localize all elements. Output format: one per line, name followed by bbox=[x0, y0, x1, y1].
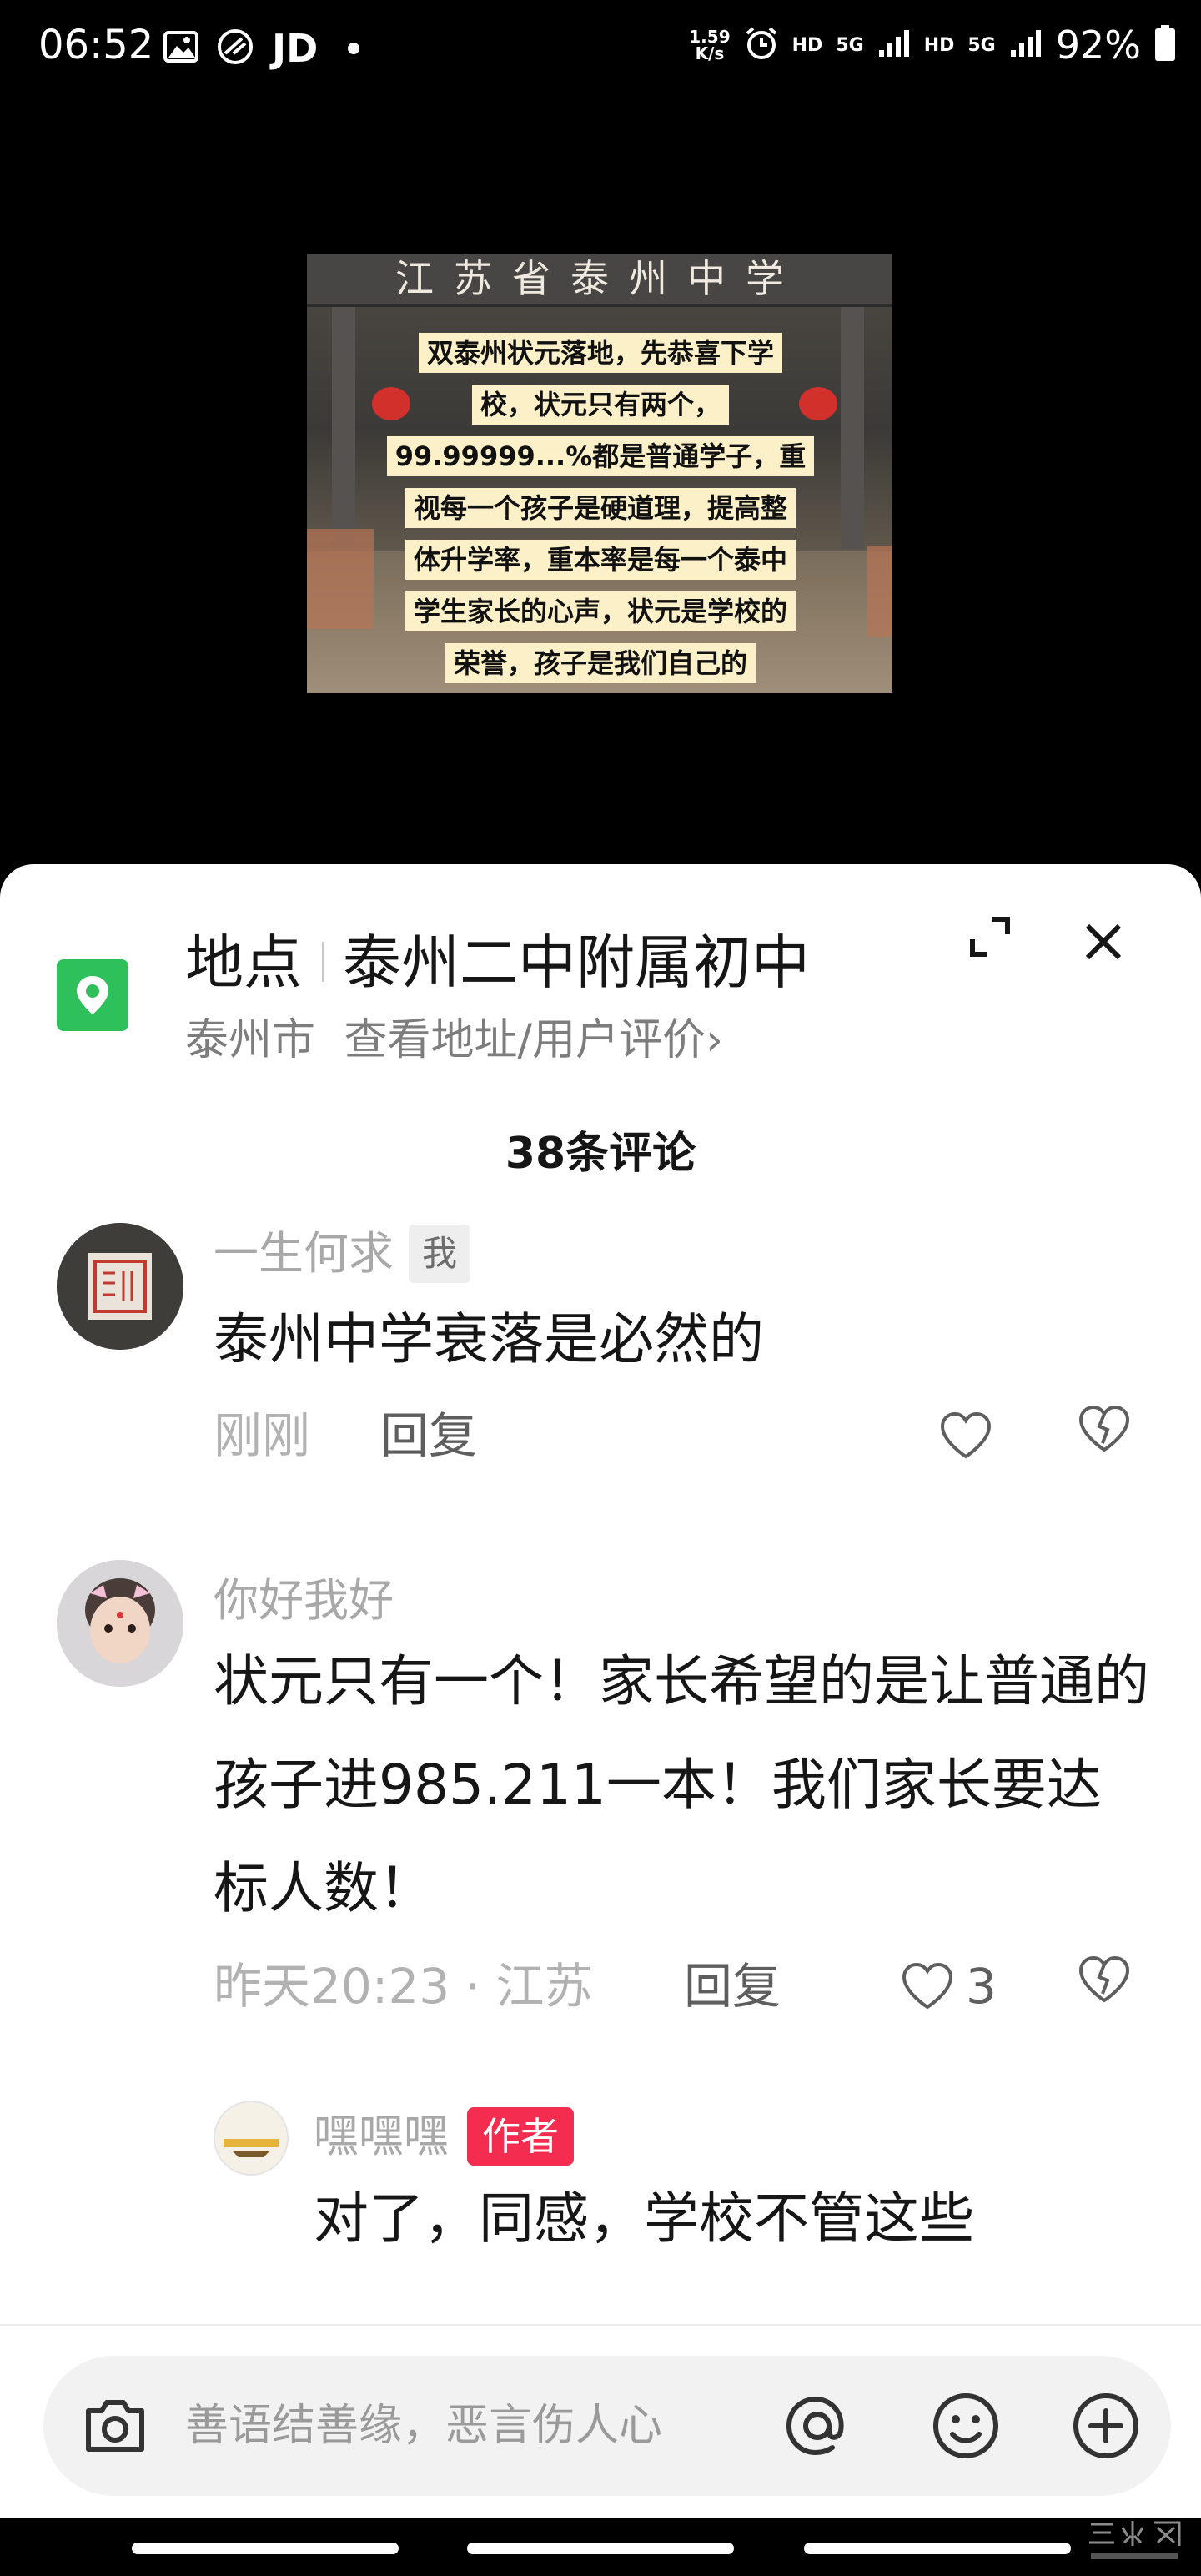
dislike-button[interactable] bbox=[1078, 1955, 1136, 2017]
divider bbox=[322, 941, 324, 982]
video-thumbnail: 江苏省泰州中学 双泰州状元落地，先恭喜下学 校，状元只有两个， 99.99999… bbox=[307, 254, 892, 693]
network-type-label: 5G bbox=[836, 34, 864, 56]
watermark-logo bbox=[1084, 2518, 1184, 2568]
avatar[interactable] bbox=[214, 2101, 289, 2176]
signal-icon-2 bbox=[1009, 28, 1043, 62]
expand-button[interactable] bbox=[959, 906, 1031, 978]
nav-pill[interactable] bbox=[467, 2543, 734, 2554]
like-button[interactable] bbox=[939, 1405, 992, 1467]
reply-button[interactable]: 回复 bbox=[380, 1405, 477, 1467]
reply-button[interactable]: 回复 bbox=[684, 1955, 781, 2017]
at-sign-icon bbox=[786, 2396, 844, 2456]
comment-username[interactable]: 你好我好 bbox=[214, 1572, 394, 1630]
location-name: 泰州二中附属初中 bbox=[343, 928, 810, 997]
divider bbox=[0, 2324, 1201, 2326]
smiley-icon bbox=[933, 2393, 998, 2458]
location-pin-icon[interactable] bbox=[57, 959, 128, 1031]
app-icon bbox=[217, 28, 254, 68]
mention-button[interactable] bbox=[777, 2386, 857, 2466]
add-button[interactable] bbox=[1066, 2386, 1146, 2466]
signal-icon bbox=[877, 28, 911, 62]
navigation-bar bbox=[0, 2518, 1201, 2576]
comment-text: 状元只有一个！家长希望的是让普通的孩子进985.211一本！我们家长要达标人数！ bbox=[214, 1649, 1149, 1920]
like-count: 3 bbox=[966, 1958, 997, 2015]
gallery-icon bbox=[163, 31, 198, 66]
chevron-right-icon: › bbox=[706, 1015, 723, 1065]
author-badge: 作者 bbox=[467, 2107, 574, 2166]
status-bar: 06:52 JD 1.59 K/s HD 5G HD 5G 92% bbox=[0, 0, 1201, 83]
heart-icon bbox=[902, 1962, 953, 2010]
nav-pill[interactable] bbox=[132, 2543, 399, 2554]
comment-input-bar bbox=[43, 2356, 1171, 2496]
status-right-icons: 1.59 K/s HD 5G HD 5G 92% bbox=[689, 25, 1176, 65]
plus-circle-icon bbox=[1073, 2393, 1138, 2458]
location-title[interactable]: 地点 泰州二中附属初中 bbox=[185, 924, 810, 1001]
nav-pill[interactable] bbox=[804, 2543, 1071, 2554]
notification-dot-icon bbox=[348, 43, 360, 54]
alarm-icon bbox=[744, 26, 779, 64]
battery-icon bbox=[1154, 25, 1176, 65]
broken-heart-icon bbox=[1097, 1413, 1110, 1444]
jd-app-badge: JD bbox=[272, 26, 319, 71]
camera-icon bbox=[86, 2400, 144, 2452]
network-speed: 1.59 K/s bbox=[689, 27, 731, 63]
status-left-icons: JD bbox=[163, 26, 360, 71]
video-caption-overlay: 双泰州状元落地，先恭喜下学 校，状元只有两个， 99.99999...%都是普通… bbox=[380, 333, 821, 693]
avatar[interactable] bbox=[57, 1223, 183, 1350]
me-badge: 我 bbox=[409, 1225, 471, 1283]
comment-text: 泰州中学衰落是必然的 bbox=[214, 1307, 764, 1371]
location-city: 泰州市 bbox=[185, 1015, 316, 1065]
comment-time: 刚刚 bbox=[214, 1407, 311, 1464]
close-button[interactable] bbox=[1068, 906, 1139, 978]
comment-time-location: 昨天20:23 · 江苏 bbox=[214, 1958, 593, 2015]
battery-percent: 92% bbox=[1055, 23, 1141, 68]
camera-button[interactable] bbox=[77, 2387, 153, 2464]
hd-label-2: HD bbox=[923, 34, 955, 56]
location-label: 地点 bbox=[185, 928, 302, 997]
comments-sheet: 地点 泰州二中附属初中 泰州市 查看地址/用户评价› 38条评论 一生何求我 泰州… bbox=[0, 864, 1201, 2576]
video-player[interactable]: 江苏省泰州中学 双泰州状元落地，先恭喜下学 校，状元只有两个， 99.99999… bbox=[0, 83, 1201, 868]
comment-input[interactable] bbox=[185, 2389, 786, 2463]
emoji-button[interactable] bbox=[926, 2386, 1006, 2466]
comment-count: 38条评论 bbox=[505, 1129, 696, 1179]
avatar[interactable] bbox=[57, 1560, 183, 1687]
comment-username[interactable]: 一生何求我 bbox=[214, 1225, 471, 1283]
view-address-link[interactable]: 查看地址/用户评价 bbox=[344, 1015, 706, 1065]
network-type-label-2: 5G bbox=[967, 34, 996, 56]
location-subtitle[interactable]: 泰州市 查看地址/用户评价› bbox=[185, 1011, 723, 1069]
reply-username[interactable]: 嘿嘿嘿 作者 bbox=[314, 2107, 574, 2166]
reply-text: 对了，同感，学校不管这些 bbox=[314, 2186, 974, 2251]
like-button[interactable]: 3 bbox=[901, 1955, 997, 2017]
heart-icon bbox=[940, 1411, 992, 1459]
school-gate-banner: 江苏省泰州中学 bbox=[307, 254, 892, 307]
dislike-button[interactable] bbox=[1078, 1405, 1136, 1467]
broken-heart-icon bbox=[1097, 1964, 1110, 1995]
status-time: 06:52 bbox=[38, 22, 154, 68]
hd-label: HD bbox=[791, 34, 823, 56]
